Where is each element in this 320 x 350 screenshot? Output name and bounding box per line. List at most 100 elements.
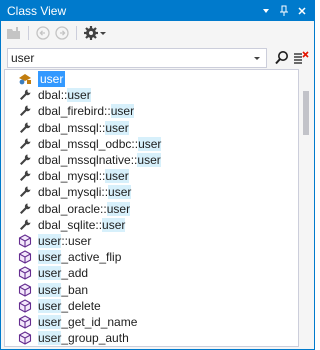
back-arrow-icon[interactable] bbox=[34, 25, 52, 41]
node-scope-text: dbal_oracle:: bbox=[38, 201, 107, 216]
node-match-text: user bbox=[38, 234, 62, 248]
function-wrench-icon bbox=[17, 168, 33, 184]
tree-node-label: dbal::user bbox=[38, 87, 91, 103]
node-match-text: user bbox=[102, 217, 126, 232]
tree-node-11[interactable]: user_active_flip bbox=[17, 249, 121, 265]
node-match-text: user bbox=[38, 315, 62, 329]
tree-node-12[interactable]: user_add bbox=[17, 265, 88, 281]
node-scope-text: dbal_mssql_odbc:: bbox=[38, 136, 139, 151]
node-scope-text: dbal_mysql:: bbox=[38, 169, 106, 184]
node-match-text: user bbox=[38, 282, 62, 297]
tree-node-label: user_delete bbox=[38, 298, 101, 314]
tree-node-10[interactable]: user::user bbox=[17, 233, 91, 249]
close-icon[interactable] bbox=[294, 3, 310, 19]
scrollbar-thumb[interactable] bbox=[303, 91, 309, 135]
function-wrench-icon bbox=[17, 201, 33, 217]
node-scope-text: dbal_mssqlnative:: bbox=[38, 153, 138, 167]
node-match-text: user bbox=[38, 266, 62, 281]
search-row bbox=[1, 46, 314, 70]
node-match-text: user bbox=[105, 169, 129, 184]
class-view-window: Class View user user dbal::user dbal_fir… bbox=[0, 0, 315, 350]
class-cube-icon bbox=[17, 282, 33, 298]
namespace-icon bbox=[17, 71, 33, 87]
function-wrench-icon bbox=[17, 184, 33, 200]
tree-node-label: dbal_oracle::user bbox=[38, 201, 131, 217]
search-box bbox=[7, 48, 267, 68]
node-match-text: user bbox=[38, 250, 62, 265]
tree-node-8[interactable]: dbal_oracle::user bbox=[17, 201, 131, 217]
toolbar-separator bbox=[28, 26, 29, 40]
node-scope-text: dbal_mssql:: bbox=[38, 120, 106, 135]
tree-node-2[interactable]: dbal_firebird::user bbox=[17, 103, 135, 119]
search-icon[interactable] bbox=[273, 49, 291, 67]
tree-node-label: dbal_mysql::user bbox=[38, 168, 129, 184]
tree-node-label: dbal_sqlite::user bbox=[38, 217, 126, 233]
class-cube-icon bbox=[17, 265, 33, 281]
node-match-text: user bbox=[137, 153, 161, 167]
node-rest-text: _add bbox=[61, 266, 89, 281]
tree-node-label: user bbox=[38, 71, 66, 87]
tree-node-label: user_add bbox=[38, 265, 88, 281]
chevron-down-icon[interactable] bbox=[98, 25, 108, 41]
tree-node-4[interactable]: dbal_mssql_odbc::user bbox=[17, 136, 162, 152]
tree-node-label: user_active_flip bbox=[38, 249, 121, 265]
tree-node-16[interactable]: user_group_auth bbox=[17, 330, 129, 346]
node-match-text: user bbox=[105, 120, 129, 135]
class-cube-icon bbox=[17, 298, 33, 314]
function-wrench-icon bbox=[17, 87, 33, 103]
toolbar bbox=[1, 21, 314, 45]
tree-node-label: user_ban bbox=[38, 282, 88, 298]
function-wrench-icon bbox=[17, 103, 33, 119]
tree-node-label: user_group_auth bbox=[38, 330, 129, 346]
node-match-text: user bbox=[138, 136, 162, 151]
node-match-text: user bbox=[38, 298, 62, 313]
node-rest-text: _get_id_name bbox=[61, 315, 138, 329]
tree-node-label: user::user bbox=[38, 233, 91, 249]
class-cube-icon bbox=[17, 249, 33, 265]
class-cube-icon bbox=[17, 233, 33, 249]
tree-node-label: dbal_mysqli::user bbox=[38, 184, 132, 200]
search-input[interactable] bbox=[11, 50, 243, 66]
search-history-dropdown-icon[interactable] bbox=[250, 50, 264, 66]
tree-node-0[interactable]: user bbox=[17, 71, 66, 87]
node-scope-text: dbal:: bbox=[38, 88, 68, 103]
new-folder-icon[interactable] bbox=[5, 25, 23, 41]
node-rest-text: _group_auth bbox=[61, 331, 129, 346]
tree-node-14[interactable]: user_delete bbox=[17, 298, 101, 314]
node-match-text: user bbox=[106, 201, 131, 216]
tree-node-15[interactable]: user_get_id_name bbox=[17, 314, 137, 330]
tree-node-1[interactable]: dbal::user bbox=[17, 87, 91, 103]
node-scope-text: dbal_sqlite:: bbox=[38, 217, 103, 232]
tree-node-13[interactable]: user_ban bbox=[17, 282, 88, 298]
tree-node-label: dbal_mssqlnative::user bbox=[38, 152, 161, 168]
function-wrench-icon bbox=[17, 120, 33, 136]
title-bar: Class View bbox=[1, 1, 314, 21]
class-cube-icon bbox=[17, 330, 33, 346]
tree-node-5[interactable]: dbal_mssqlnative::user bbox=[17, 152, 161, 168]
tree-node-label: dbal_mssql::user bbox=[38, 120, 129, 136]
node-match-text: user bbox=[67, 88, 91, 103]
tree-node-label: dbal_mssql_odbc::user bbox=[38, 136, 162, 152]
function-wrench-icon bbox=[17, 217, 33, 233]
toolbar-separator bbox=[76, 26, 77, 40]
class-cube-icon bbox=[17, 314, 33, 330]
node-rest-text: _active_flip bbox=[61, 250, 122, 265]
tree-node-7[interactable]: dbal_mysqli::user bbox=[17, 184, 132, 200]
function-wrench-icon bbox=[17, 152, 33, 168]
tree-node-6[interactable]: dbal_mysql::user bbox=[17, 168, 129, 184]
class-view-tree: user dbal::user dbal_firebird::user dbal_ms… bbox=[4, 69, 299, 347]
forward-arrow-icon[interactable] bbox=[53, 25, 71, 41]
vertical-scrollbar[interactable] bbox=[299, 69, 313, 347]
node-match-text: user bbox=[38, 331, 62, 346]
node-text: user bbox=[40, 72, 64, 86]
clear-search-icon[interactable] bbox=[292, 49, 310, 67]
node-scope-text: dbal_firebird:: bbox=[38, 104, 111, 119]
pin-icon[interactable] bbox=[276, 3, 292, 19]
function-wrench-icon bbox=[17, 136, 33, 152]
tree-node-9[interactable]: dbal_sqlite::user bbox=[17, 217, 126, 233]
node-rest-text: ::user bbox=[61, 234, 92, 248]
tree-node-3[interactable]: dbal_mssql::user bbox=[17, 120, 129, 136]
node-scope-text: dbal_mysqli:: bbox=[38, 185, 109, 200]
node-match-text: user bbox=[110, 104, 135, 119]
window-menu-dropdown-icon[interactable] bbox=[258, 3, 274, 19]
